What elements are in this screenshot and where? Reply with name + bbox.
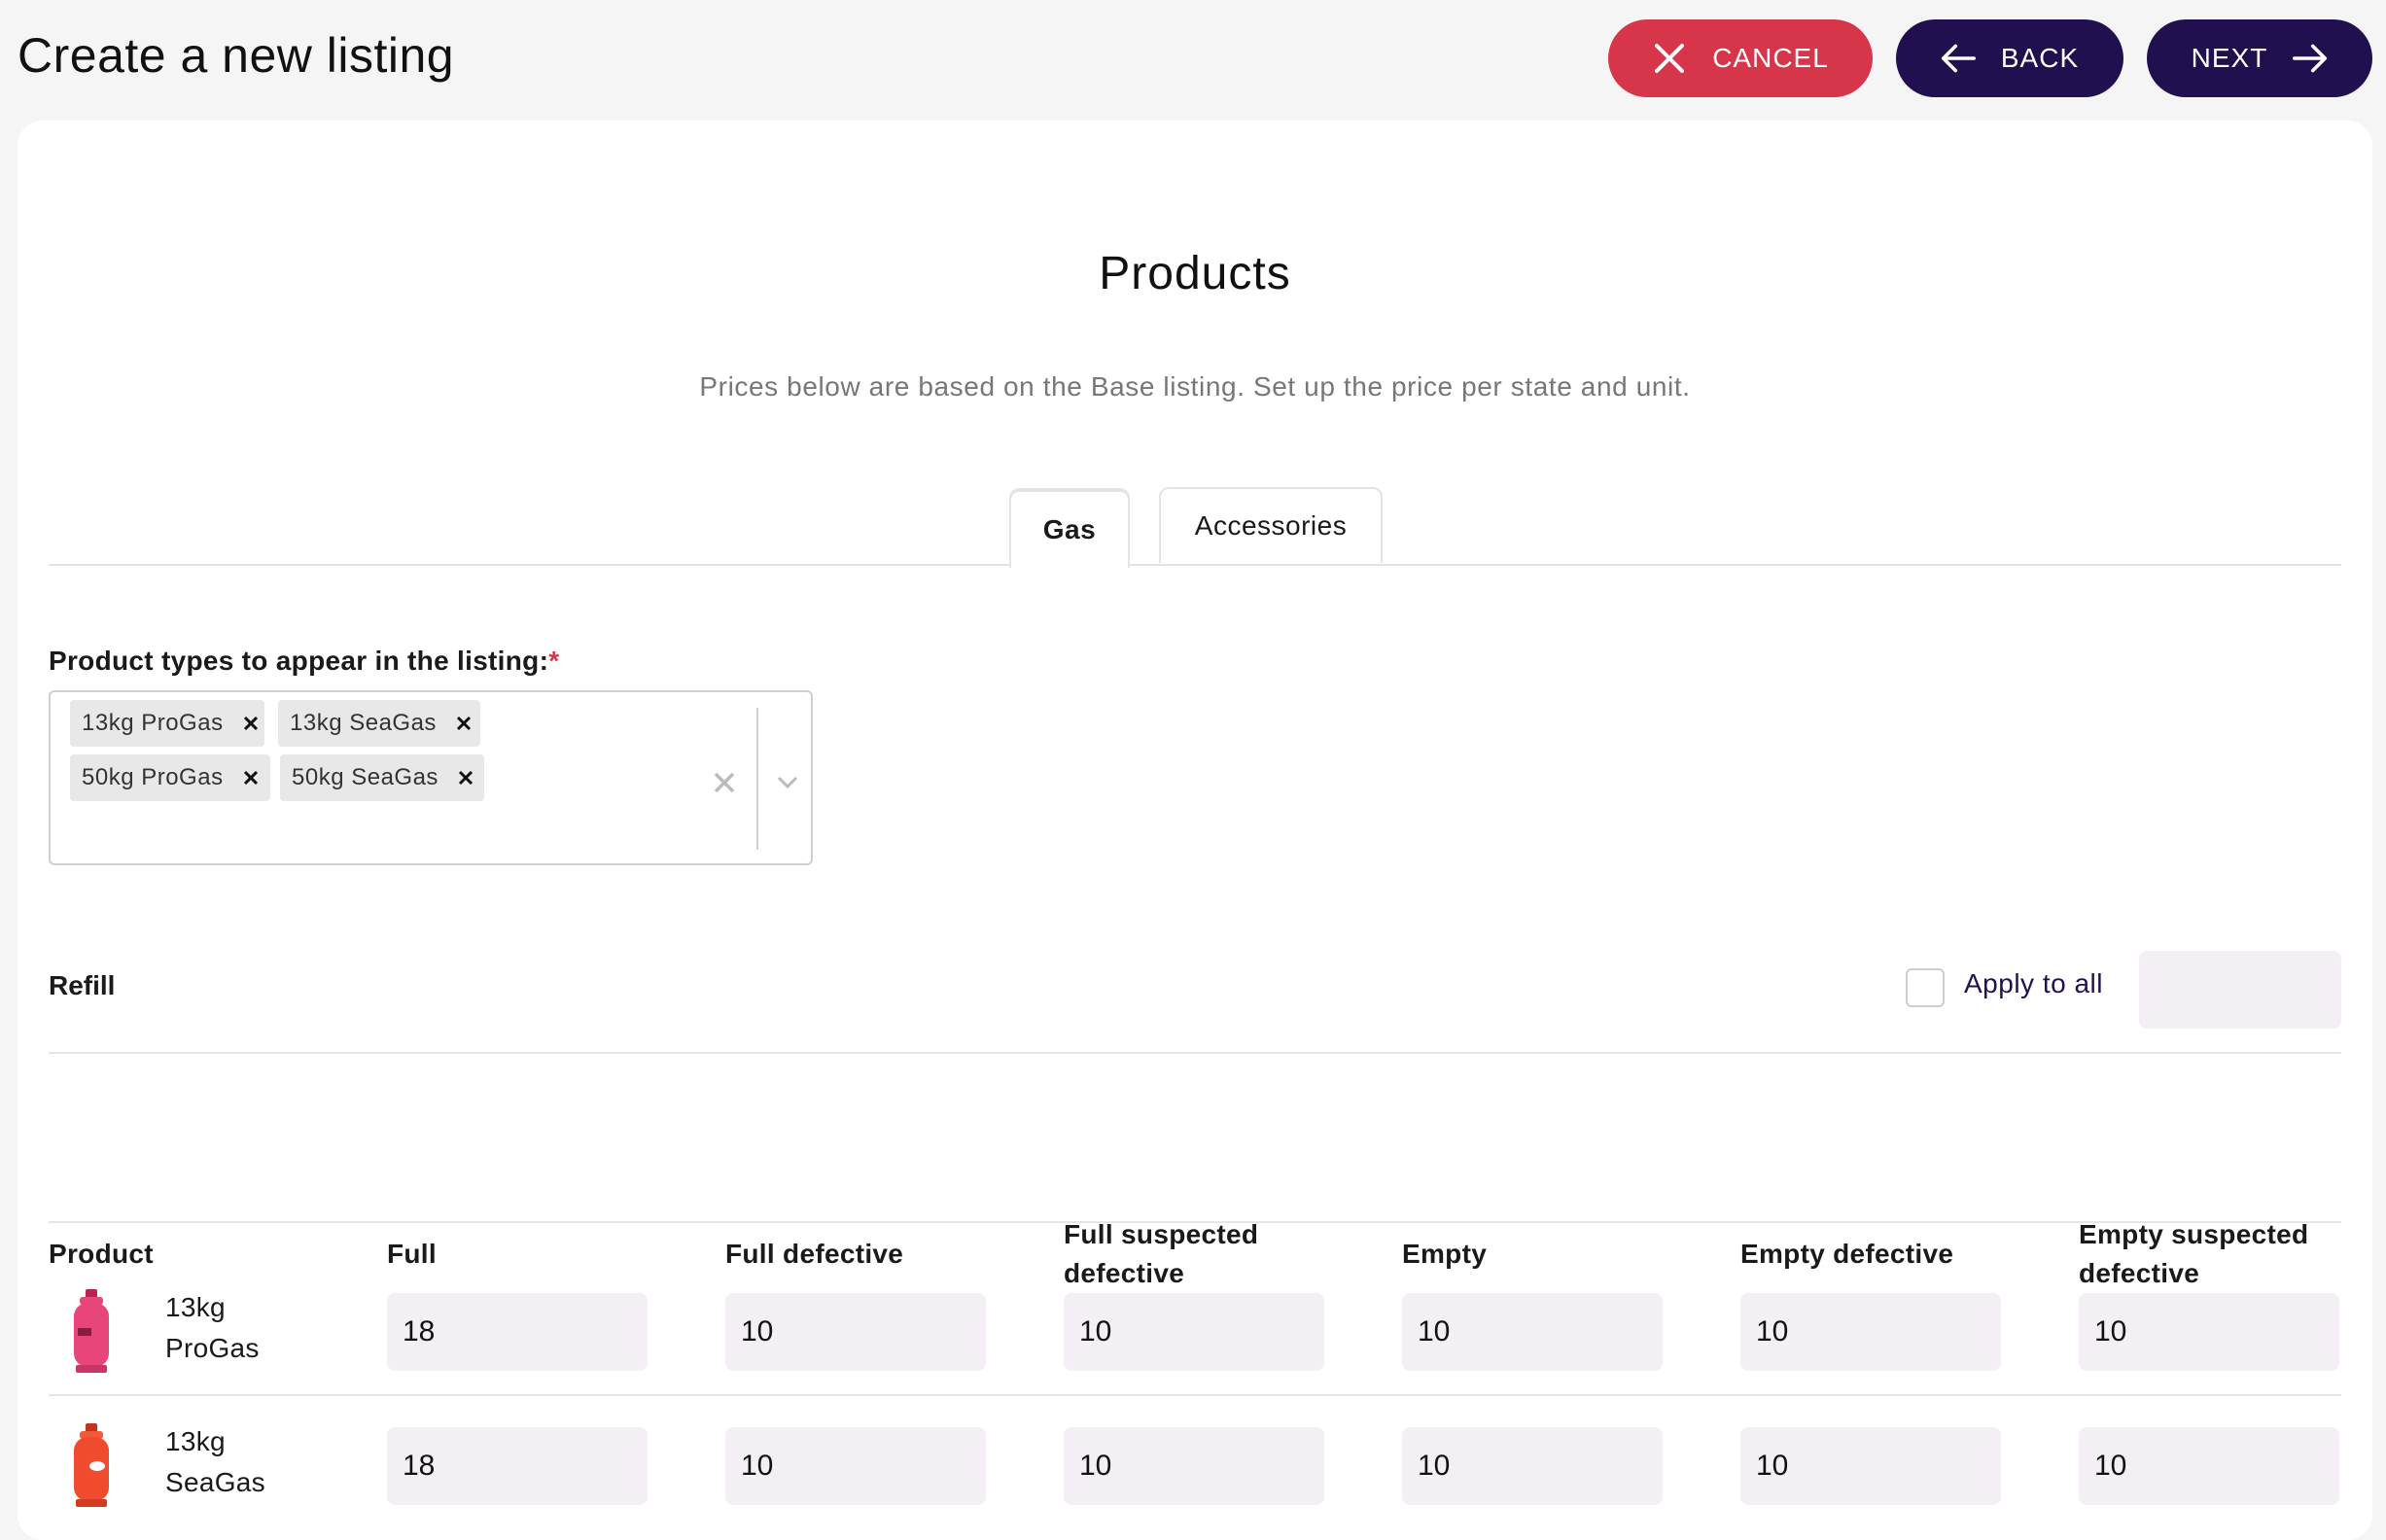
- orange-gas-cylinder-icon: [74, 1423, 109, 1507]
- price-input-empty-defective[interactable]: 10: [1740, 1293, 2001, 1371]
- product-size: 13kg: [165, 1292, 226, 1322]
- arrow-left-icon: [1941, 41, 1976, 76]
- next-button[interactable]: NEXT: [2147, 19, 2372, 97]
- divider: [49, 1052, 2341, 1054]
- chip-label: 13kg ProGas: [82, 710, 224, 736]
- price-input-empty[interactable]: 10: [1402, 1293, 1663, 1371]
- top-bar: Create a new listing CANCEL BACK NEXT: [0, 0, 2386, 117]
- price-input-full-defective[interactable]: 10: [725, 1427, 986, 1505]
- required-mark: *: [548, 646, 560, 676]
- cancel-label: CANCEL: [1712, 43, 1829, 73]
- col-header-full: Full: [387, 1239, 437, 1269]
- remove-chip-icon[interactable]: [237, 710, 264, 737]
- price-input-empty-suspected-defective[interactable]: 10: [2079, 1293, 2339, 1371]
- back-button[interactable]: BACK: [1896, 19, 2123, 97]
- chip-50kg-seagas: 50kg SeaGas: [280, 754, 484, 801]
- apply-to-all-checkbox[interactable]: [1906, 968, 1945, 1007]
- price-input-empty-suspected-defective[interactable]: 10: [2079, 1427, 2339, 1505]
- pink-gas-cylinder-icon: [74, 1289, 109, 1373]
- tab-gas[interactable]: Gas: [1009, 490, 1130, 568]
- section-subtitle: Prices below are based on the Base listi…: [699, 371, 1691, 402]
- remove-chip-icon[interactable]: [452, 764, 479, 791]
- product-name: 13kg ProGas: [165, 1287, 260, 1369]
- remove-chip-icon[interactable]: [450, 710, 477, 737]
- product-name: 13kg SeaGas: [165, 1421, 265, 1503]
- chip-50kg-progas: 50kg ProGas: [70, 754, 270, 801]
- page-title: Create a new listing: [18, 28, 455, 83]
- product-brand: ProGas: [165, 1333, 260, 1363]
- apply-to-all-label[interactable]: Apply to all: [1964, 968, 2103, 999]
- price-input-full[interactable]: 18: [387, 1293, 648, 1371]
- price-input-empty-defective[interactable]: 10: [1740, 1427, 2001, 1505]
- back-label: BACK: [2000, 43, 2080, 73]
- price-input-full[interactable]: 18: [387, 1427, 648, 1505]
- price-input-full-suspected-defective[interactable]: 10: [1064, 1427, 1324, 1505]
- col-header-empty: Empty: [1402, 1239, 1488, 1269]
- row-divider: [49, 1394, 2341, 1396]
- chip-13kg-progas: 13kg ProGas: [70, 700, 264, 747]
- product-types-label-text: Product types to appear in the listing:: [49, 646, 549, 676]
- tabs-divider: [49, 564, 2341, 566]
- refill-label: Refill: [49, 970, 116, 1000]
- product-size: 13kg: [165, 1426, 226, 1456]
- chip-13kg-seagas: 13kg SeaGas: [278, 700, 480, 747]
- product-types-label: Product types to appear in the listing:*: [49, 646, 559, 677]
- product-types-multiselect[interactable]: 13kg ProGas 13kg SeaGas 50kg ProGas 50kg…: [49, 690, 813, 865]
- select-divider: [756, 708, 758, 850]
- table-header-bottom-divider: [49, 1221, 2341, 1223]
- arrow-right-icon: [2293, 41, 2328, 76]
- section-title: Products: [1099, 248, 1291, 299]
- price-input-full-defective[interactable]: 10: [725, 1293, 986, 1371]
- col-header-product: Product: [49, 1239, 154, 1269]
- close-icon: [1652, 41, 1687, 76]
- col-header-full-suspected-defective: Full suspected defective: [1064, 1219, 1259, 1288]
- col-header-full-defective: Full defective: [725, 1239, 904, 1269]
- chip-label: 50kg ProGas: [82, 764, 224, 790]
- chip-label: 13kg SeaGas: [290, 710, 437, 736]
- apply-to-all-input[interactable]: [2139, 951, 2341, 1029]
- price-input-full-suspected-defective[interactable]: 10: [1064, 1293, 1324, 1371]
- cancel-button[interactable]: CANCEL: [1608, 19, 1873, 97]
- next-label: NEXT: [2191, 43, 2268, 73]
- clear-all-icon[interactable]: [710, 768, 739, 797]
- remove-chip-icon[interactable]: [237, 764, 264, 791]
- price-input-empty[interactable]: 10: [1402, 1427, 1663, 1505]
- tab-accessories[interactable]: Accessories: [1159, 487, 1383, 563]
- product-brand: SeaGas: [165, 1467, 265, 1497]
- chevron-down-icon[interactable]: [774, 768, 801, 795]
- chip-label: 50kg SeaGas: [292, 764, 439, 790]
- col-header-empty-defective: Empty defective: [1740, 1239, 1954, 1269]
- col-header-empty-suspected-defective: Empty suspected defective: [2079, 1219, 2309, 1288]
